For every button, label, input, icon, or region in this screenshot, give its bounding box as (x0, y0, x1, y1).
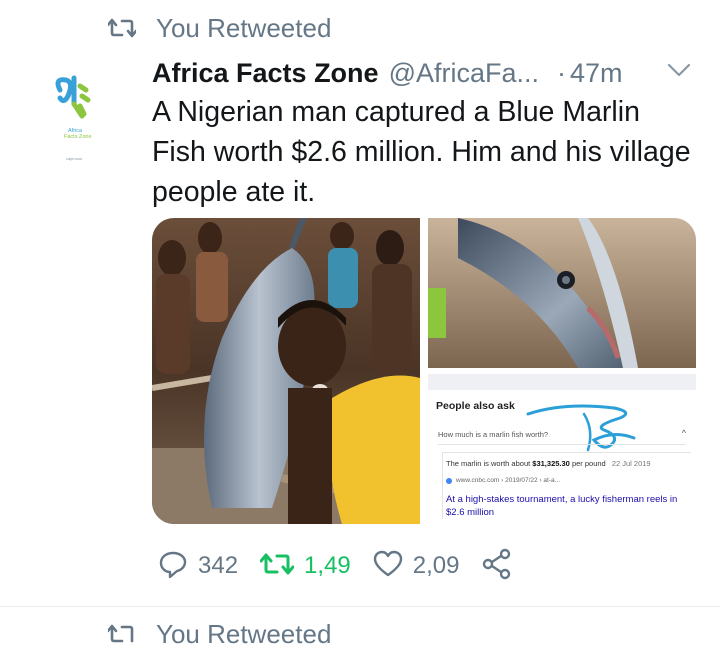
separator: · (557, 57, 567, 88)
tweet-divider (0, 606, 720, 607)
answer-prefix: The marlin is worth about (446, 459, 531, 468)
logo-text-2: Facts Zone (64, 134, 92, 140)
card-top-bar (428, 374, 696, 390)
retweet-button[interactable]: 1,49 (259, 551, 351, 582)
logo-text-3: cajenoos (66, 156, 82, 161)
author-name[interactable]: Africa Facts Zone (152, 58, 379, 89)
card-caret-icon: ^ (681, 428, 686, 438)
next-retweet-label: You Retweeted (156, 618, 332, 649)
like-button[interactable]: 2,09 (373, 550, 460, 583)
retweet-icon (108, 623, 136, 645)
tweet-time[interactable]: 47m (570, 58, 623, 89)
chevron-down-icon[interactable] (666, 62, 692, 83)
tweet-text: A Nigerian man captured a Blue Marlin Fi… (152, 96, 691, 208)
like-icon (373, 550, 403, 583)
tweet-header: Africa Facts Zone @AfricaFa... · 47m (152, 54, 700, 92)
tweet-media[interactable]: People also ask How much is a marlin fis… (152, 218, 696, 524)
author-handle[interactable]: @AfricaFa... (389, 58, 539, 89)
avatar[interactable]: Africa Facts Zone cajenoos (44, 70, 114, 170)
like-count: 2,09 (412, 552, 460, 579)
answer-suffix: per pound (571, 459, 606, 468)
card-question: How much is a marlin fish worth? (438, 430, 549, 439)
tweet-actions: 342 1,49 2,09 (158, 548, 535, 584)
card-heading: People also ask (436, 400, 515, 412)
card-divider (438, 444, 686, 445)
reply-icon (158, 549, 188, 584)
retweet-banner-label: You Retweeted (156, 12, 332, 43)
share-icon (481, 548, 513, 585)
reply-count: 342 (198, 552, 239, 579)
share-button[interactable] (481, 548, 513, 585)
retweet-count: 1,49 (304, 552, 351, 579)
next-retweet-banner: You Retweeted (108, 618, 331, 650)
scribble-annotation (526, 404, 636, 452)
africa-facts-zone-logo: Africa Facts Zone cajenoos (55, 75, 92, 161)
retweet-icon (259, 551, 295, 582)
people-also-ask-card: People also ask How much is a marlin fis… (428, 374, 696, 524)
answer-date: 22 Jul 2019 (611, 459, 651, 468)
search-result-screenshot[interactable]: People also ask How much is a marlin fis… (428, 374, 696, 524)
card-source: www.cnbc.com › 2019/07/22 › at-a... (446, 477, 560, 484)
source-favicon-icon (446, 477, 452, 484)
retweet-banner: You Retweeted (108, 12, 331, 44)
photo-man-with-marlin[interactable] (152, 218, 421, 524)
reply-button[interactable]: 342 (158, 549, 238, 584)
source-url: www.cnbc.com › 2019/07/22 › at-a... (456, 477, 561, 484)
answer-value: $31,325.30 (532, 459, 570, 468)
card-answer: The marlin is worth about $31,325.30 per… (446, 459, 651, 468)
photo-marlin-head[interactable] (428, 218, 696, 368)
card-link: At a high-stakes tournament, a lucky fis… (446, 494, 678, 518)
retweet-icon (108, 17, 136, 39)
